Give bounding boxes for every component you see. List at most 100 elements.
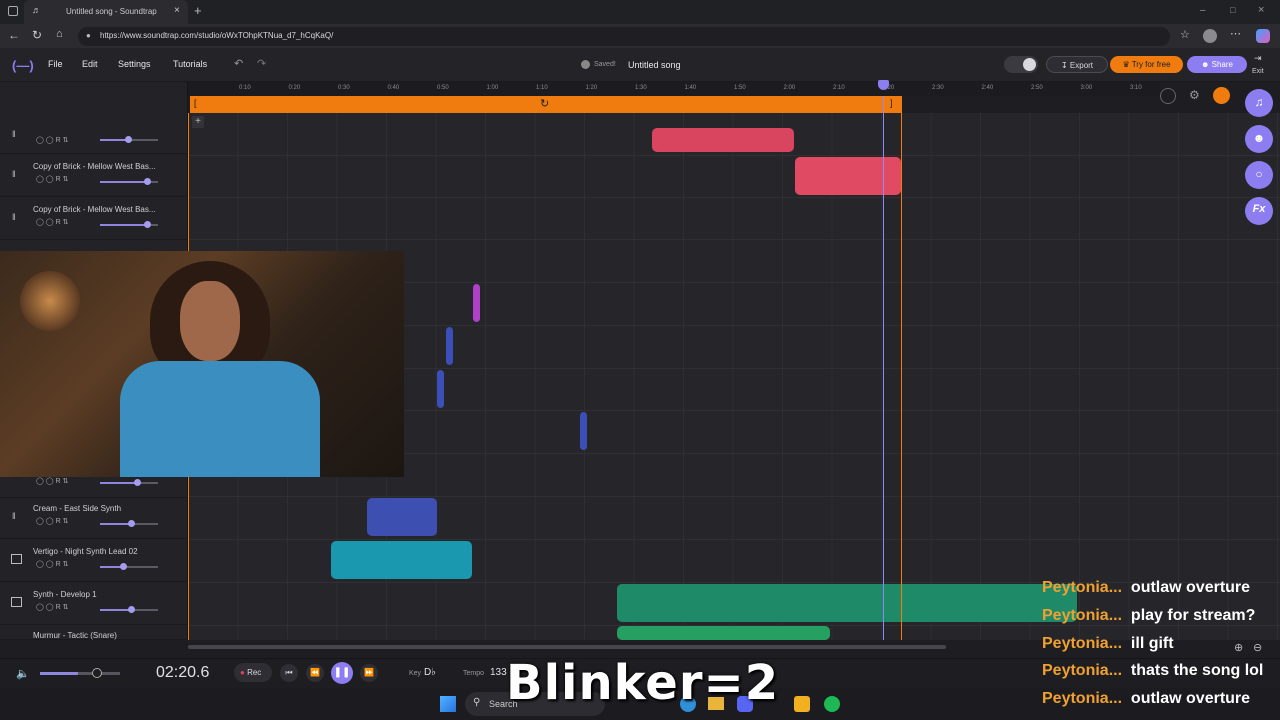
record-button[interactable]: ● Rec <box>234 663 272 682</box>
more-options-icon[interactable]: ⋯ <box>1230 27 1241 40</box>
volume-slider[interactable] <box>100 563 158 570</box>
volume-slider[interactable] <box>100 520 158 527</box>
timeline-ruler[interactable]: 0:10 0:20 0:30 0:40 0:50 1:00 1:10 1:20 1:30 1:40… <box>188 82 1160 96</box>
audio-clip[interactable] <box>367 498 437 536</box>
track-name[interactable]: Vertigo - Night Synth Lead 02 <box>33 547 173 556</box>
effects-button[interactable]: Fx <box>1245 197 1273 225</box>
horizontal-scrollbar[interactable] <box>188 645 946 649</box>
track-row[interactable]: ‖ ◯ ◯ R ⇅ <box>0 118 188 154</box>
song-title[interactable]: Untitled song <box>628 60 681 70</box>
reload-icon[interactable]: ↻ <box>32 28 42 42</box>
theme-toggle[interactable] <box>1004 56 1038 73</box>
volume-slider[interactable] <box>100 221 158 228</box>
track-name[interactable]: Copy of Brick - Mellow West Bas... <box>33 205 173 214</box>
url-field[interactable]: ● https://www.soundtrap.com/studio/oWxTO… <box>78 27 1170 46</box>
track-name[interactable]: Murmur - Tactic (Snare) <box>33 631 173 640</box>
try-for-free-button[interactable]: ♛ Try for free <box>1110 56 1183 73</box>
master-volume-slider[interactable] <box>40 668 120 678</box>
maximize-icon[interactable]: □ <box>1230 5 1235 15</box>
audio-clip[interactable] <box>617 626 830 640</box>
soundtrap-logo[interactable]: (—) <box>12 58 34 73</box>
track-name[interactable]: Synth - Develop 1 <box>33 590 173 599</box>
menu-file[interactable]: File <box>48 59 63 69</box>
track-row[interactable]: ‖ Copy of Brick - Mellow West Bas... ◯ ◯… <box>0 154 188 197</box>
fast-forward-icon[interactable]: ⏩ <box>360 664 378 682</box>
zoom-in-icon[interactable]: ⊕ <box>1234 641 1243 654</box>
volume-slider[interactable] <box>100 136 158 143</box>
key-value[interactable]: D♭ <box>424 667 436 678</box>
volume-slider[interactable] <box>100 479 158 486</box>
loop-region[interactable]: [ ↻ ] <box>190 96 902 113</box>
volume-slider[interactable] <box>100 606 158 613</box>
rewind-icon[interactable]: ⏪ <box>306 664 324 682</box>
master-volume-icon[interactable]: 🔈 <box>16 667 30 680</box>
chat-text: ill gift <box>1130 635 1174 652</box>
menu-tutorials[interactable]: Tutorials <box>173 59 207 69</box>
redo-icon[interactable]: ↷ <box>257 57 266 70</box>
new-tab-icon[interactable]: + <box>194 3 202 18</box>
track-controls[interactable]: ◯ ◯ R ⇅ <box>36 175 68 183</box>
loop-icon[interactable]: ↻ <box>540 97 549 110</box>
home-icon[interactable]: ⌂ <box>56 28 63 40</box>
site-info-icon[interactable]: ● <box>86 31 91 40</box>
undo-icon[interactable]: ↶ <box>234 57 243 70</box>
volume-slider[interactable] <box>100 178 158 185</box>
track-controls[interactable]: ◯ ◯ R ⇅ <box>36 218 68 226</box>
exit-icon[interactable]: ⇥ <box>1254 53 1262 64</box>
favorites-icon[interactable]: ☆ <box>1180 28 1190 41</box>
menu-settings[interactable]: Settings <box>118 59 151 69</box>
audio-clip[interactable] <box>617 584 1077 622</box>
ruler-tick-label: 0:30 <box>338 85 350 91</box>
headphone-icon[interactable] <box>1160 88 1176 104</box>
close-tab-icon[interactable]: × <box>174 5 180 16</box>
loop-end-handle[interactable]: ] <box>890 98 893 108</box>
audio-clip[interactable] <box>437 370 444 408</box>
audio-clip[interactable] <box>473 284 480 322</box>
fx-icon: Fx <box>1252 203 1266 215</box>
track-name[interactable]: Copy of Brick - Mellow West Bas... <box>33 162 173 171</box>
track-controls[interactable]: ◯ ◯ R ⇅ <box>36 136 68 144</box>
instruments-button[interactable]: ♫ <box>1245 89 1273 117</box>
track-divider <box>188 239 1280 240</box>
tempo-value[interactable]: 133 <box>490 667 507 678</box>
pause-button[interactable]: ❚❚ <box>331 662 353 684</box>
track-row[interactable]: Synth - Develop 1 ◯ ◯ R ⇅ <box>0 582 188 625</box>
track-row[interactable]: Murmur - Tactic (Snare) <box>0 625 188 640</box>
spotify-icon[interactable] <box>824 696 840 712</box>
track-name[interactable]: Cream - East Side Synth <box>33 504 173 513</box>
track-row[interactable]: ‖ Copy of Brick - Mellow West Bas... ◯ ◯… <box>0 197 188 240</box>
audio-clip[interactable] <box>446 327 453 365</box>
track-controls[interactable]: ◯ ◯ R ⇅ <box>36 477 68 485</box>
record-mode-icon[interactable] <box>1213 87 1230 104</box>
audio-clip[interactable] <box>580 412 587 450</box>
skip-start-icon[interactable]: ⏮ <box>280 664 298 682</box>
rockstar-icon[interactable] <box>794 696 810 712</box>
gear-icon[interactable]: ⚙ <box>1189 88 1200 102</box>
track-row[interactable]: Vertigo - Night Synth Lead 02 ◯ ◯ R ⇅ <box>0 539 188 582</box>
windows-start-icon[interactable] <box>440 696 456 712</box>
browser-tab[interactable]: ♬ Untitled song - Soundtrap × <box>24 0 188 24</box>
track-row[interactable]: ‖ Cream - East Side Synth ◯ ◯ R ⇅ <box>0 496 188 539</box>
track-controls[interactable]: ◯ ◯ R ⇅ <box>36 560 68 568</box>
copilot-icon[interactable] <box>1256 29 1270 43</box>
add-track-icon[interactable]: + <box>192 116 204 128</box>
track-controls[interactable]: ◯ ◯ R ⇅ <box>36 603 68 611</box>
profile-avatar[interactable] <box>1203 29 1217 43</box>
track-controls[interactable]: ◯ ◯ R ⇅ <box>36 517 68 525</box>
zoom-out-icon[interactable]: ⊖ <box>1253 641 1262 654</box>
share-button[interactable]: ☻ Share <box>1187 56 1247 73</box>
loop-start-handle[interactable]: [ <box>194 98 197 108</box>
window-menu-icon[interactable] <box>8 6 18 16</box>
export-button[interactable]: ↧ Export <box>1046 56 1108 73</box>
chat-button[interactable]: ○ <box>1245 161 1273 189</box>
menu-edit[interactable]: Edit <box>82 59 98 69</box>
audio-clip[interactable] <box>652 128 794 152</box>
audio-clip[interactable] <box>795 157 901 195</box>
collaborators-button[interactable]: ☻ <box>1245 125 1273 153</box>
back-icon[interactable]: ← <box>8 28 20 42</box>
close-window-icon[interactable]: × <box>1258 4 1264 16</box>
share-icon: ☻ <box>1201 60 1212 69</box>
audio-clip[interactable] <box>331 541 472 579</box>
minimize-icon[interactable]: – <box>1200 5 1206 16</box>
exit-label[interactable]: Exit <box>1252 68 1264 75</box>
